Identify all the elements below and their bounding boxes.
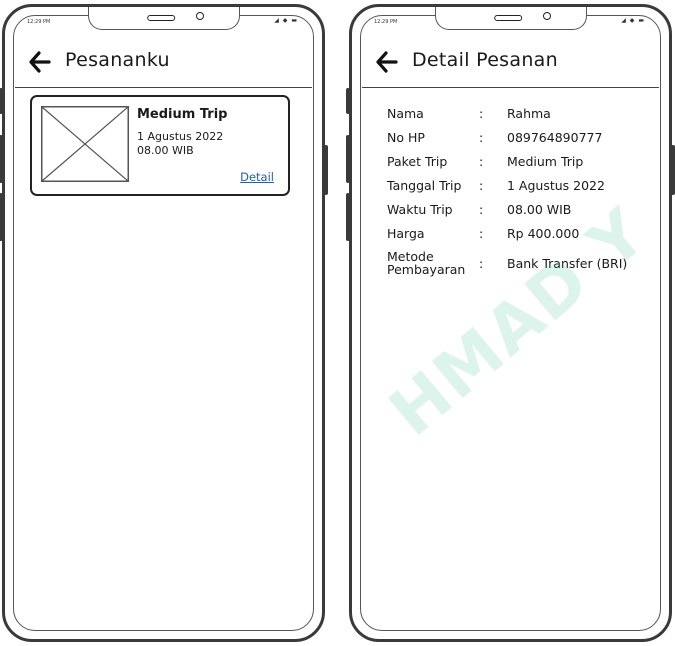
phone-order-detail: 12:29 PM ◢ ◆ ▬ Detail Pesanan Nama : Rah… [349,4,672,642]
arrow-left-icon[interactable] [29,51,51,73]
phone-notch [434,7,587,30]
detail-row-harga: Harga : Rp 400.000 [387,226,652,250]
image-placeholder-icon [41,106,129,182]
side-button [346,88,350,114]
detail-row-tanggal-trip: Tanggal Trip : 1 Agustus 2022 [387,178,652,202]
detail-row-paket-trip: Paket Trip : Medium Trip [387,154,652,178]
detail-value: 1 Agustus 2022 [507,178,605,193]
order-detail-list: Nama : Rahma No HP : 089764890777 Paket … [387,106,652,286]
detail-link[interactable]: Detail [240,170,274,184]
detail-label: Waktu Trip [387,202,453,217]
side-button [671,145,675,195]
detail-value: Rahma [507,106,551,121]
detail-label: Tanggal Trip [387,178,462,193]
detail-value: 089764890777 [507,130,603,145]
status-icons: ◢ ◆ ▬ [621,17,645,24]
detail-separator: : [479,178,484,193]
order-name: Medium Trip [137,107,228,122]
detail-row-nama: Nama : Rahma [387,106,652,130]
app-bar: Detail Pesanan [362,39,659,88]
arrow-left-icon[interactable] [376,51,398,73]
detail-separator: : [479,130,484,145]
status-icons: ◢ ◆ ▬ [274,17,298,24]
detail-row-metode-pembayaran: Metode Pembayaran : Bank Transfer (BRI) [387,250,652,286]
detail-label: No HP [387,130,425,145]
order-time: 08.00 WIB [137,144,194,157]
detail-label: Nama [387,106,424,121]
side-button [324,145,328,195]
status-time: 12:29 PM [27,19,51,25]
detail-label: Metode Pembayaran [387,249,466,277]
phone-orders: 12:29 PM ◢ ◆ ▬ Pesananku Medium Trip 1 A… [2,4,325,642]
detail-value: 08.00 WIB [507,202,572,217]
detail-separator: : [479,226,484,241]
detail-separator: : [479,256,484,271]
detail-label: Paket Trip [387,154,448,169]
phone-notch [87,7,240,30]
side-button [0,88,3,114]
page-title: Pesananku [65,49,170,71]
detail-row-waktu-trip: Waktu Trip : 08.00 WIB [387,202,652,226]
page-title: Detail Pesanan [412,49,558,71]
speaker-icon [493,15,522,21]
detail-value: Rp 400.000 [507,226,580,241]
side-button [346,135,350,183]
speaker-icon [146,15,175,21]
detail-row-no-hp: No HP : 089764890777 [387,130,652,154]
side-button [0,193,3,241]
side-button [0,135,3,183]
camera-icon [542,12,551,20]
detail-value: Medium Trip [507,154,584,169]
detail-label: Harga [387,226,425,241]
detail-separator: : [479,154,484,169]
app-bar: Pesananku [15,39,312,88]
detail-value: Bank Transfer (BRI) [507,256,628,271]
detail-separator: : [479,106,484,121]
order-card[interactable]: Medium Trip 1 Agustus 2022 08.00 WIB Det… [30,95,290,196]
side-button [346,193,350,241]
order-date: 1 Agustus 2022 [137,130,224,143]
status-time: 12:29 PM [374,19,398,25]
camera-icon [195,12,204,20]
detail-separator: : [479,202,484,217]
